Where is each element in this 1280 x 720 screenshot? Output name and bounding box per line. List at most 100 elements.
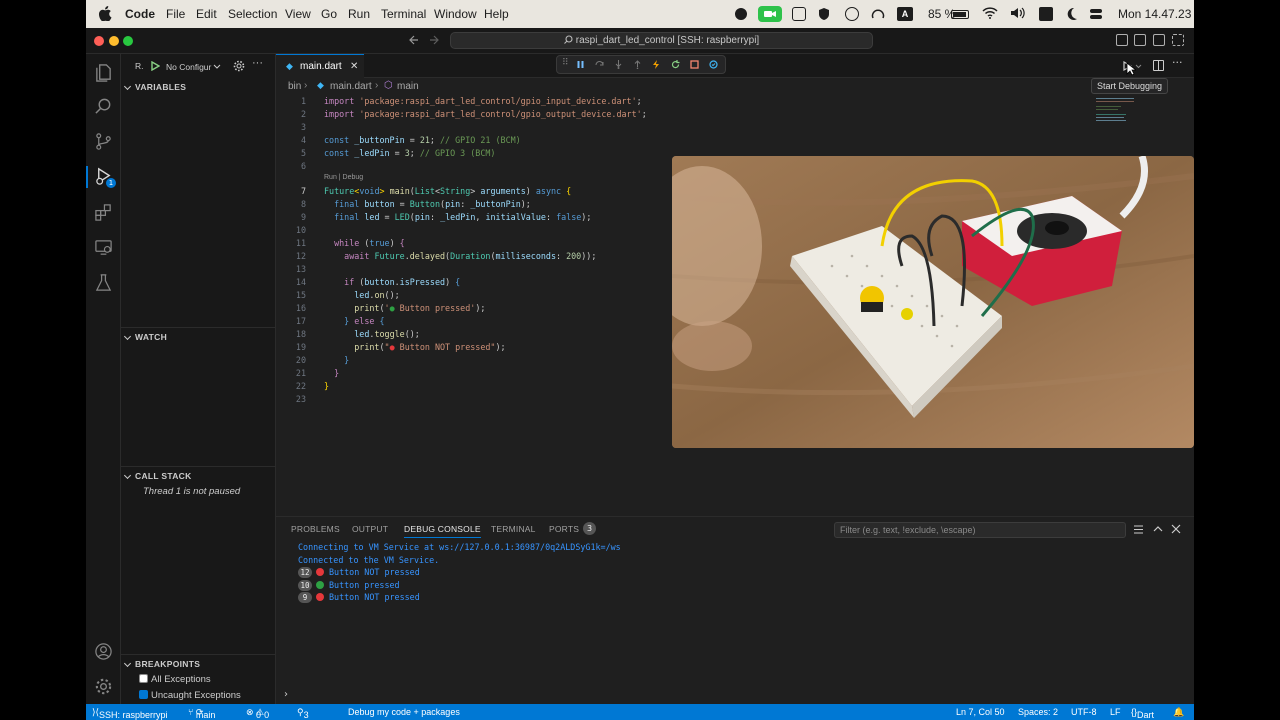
shield-icon[interactable] [817, 7, 831, 21]
chevron-down-icon[interactable] [213, 64, 221, 70]
command-center[interactable]: raspi_dart_led_control [SSH: raspberrypi… [450, 32, 873, 49]
step-over-icon[interactable] [595, 60, 604, 69]
notifications-bell-icon[interactable]: 🔔 [1173, 707, 1184, 718]
close-window-button[interactable] [94, 36, 104, 46]
workers-status[interactable]: ⚲ 3 [297, 707, 309, 720]
eol-status[interactable]: LF [1110, 707, 1121, 717]
step-out-icon[interactable] [633, 60, 642, 69]
record-icon[interactable] [735, 8, 747, 20]
call-stack-section-header[interactable]: CALL STACK [121, 467, 276, 485]
battery-icon[interactable] [951, 10, 969, 19]
git-branch[interactable]: ⑂ main ⟳ [188, 707, 215, 720]
chevron-down-icon[interactable] [1135, 64, 1142, 69]
volume-icon[interactable] [1010, 7, 1026, 21]
menu-clock[interactable]: Mon 14.47.23 [1118, 7, 1191, 21]
explorer-icon[interactable] [94, 63, 113, 82]
minimize-window-button[interactable] [109, 36, 119, 46]
more-actions-icon[interactable]: ··· [252, 57, 263, 69]
gear-icon[interactable] [233, 60, 245, 72]
speedometer-icon[interactable] [871, 7, 885, 21]
hot-reload-icon[interactable] [652, 60, 661, 69]
tab-problems[interactable]: PROBLEMS [291, 524, 340, 534]
breakpoint-uncaught-exceptions[interactable]: Uncaught Exceptions [139, 690, 241, 701]
menu-selection[interactable]: Selection [228, 7, 277, 21]
forward-arrow-icon[interactable] [429, 35, 439, 45]
close-panel-icon[interactable] [1171, 524, 1181, 534]
launch-config-select[interactable]: No Configur [166, 62, 211, 72]
checkbox-checked[interactable] [139, 690, 148, 699]
more-actions-icon[interactable]: ··· [1172, 56, 1183, 69]
settings-gear-icon[interactable] [94, 677, 113, 696]
remote-indicator[interactable]: ⟩⟨ SSH: raspberrypi [92, 707, 168, 720]
restart-icon[interactable] [671, 60, 680, 69]
breadcrumb-folder[interactable]: bin [288, 81, 301, 92]
customize-layout-icon[interactable] [1172, 34, 1184, 46]
watch-section-header[interactable]: WATCH [121, 328, 276, 346]
calendar-icon[interactable] [1039, 7, 1053, 21]
remote-explorer-icon[interactable] [94, 238, 113, 257]
wifi-icon[interactable] [982, 7, 998, 21]
variables-section-header[interactable]: VARIABLES [121, 78, 276, 96]
close-tab-icon[interactable]: ✕ [350, 55, 358, 78]
console-input-prompt[interactable]: › [284, 689, 288, 700]
apple-logo-icon[interactable] [98, 6, 112, 21]
breadcrumb-file[interactable]: main.dart [330, 81, 372, 92]
indentation-status[interactable]: Spaces: 2 [1018, 707, 1058, 717]
menu-edit[interactable]: Edit [196, 7, 217, 21]
breakpoint-all-exceptions[interactable]: All Exceptions [139, 674, 211, 685]
tab-main-dart[interactable]: ◆ main.dart ✕ [276, 54, 364, 78]
menu-window[interactable]: Window [434, 7, 477, 21]
tab-debug-console[interactable]: DEBUG CONSOLE [404, 524, 481, 538]
focus-moon-icon[interactable] [1066, 7, 1078, 21]
toggle-panel-icon[interactable] [1134, 34, 1146, 46]
chevron-up-icon[interactable] [1153, 525, 1163, 533]
menu-help[interactable]: Help [484, 7, 509, 21]
tab-output[interactable]: OUTPUT [352, 524, 388, 534]
facetime-icon[interactable] [758, 6, 782, 22]
account-icon[interactable] [94, 642, 113, 661]
encoding-status[interactable]: UTF-8 [1071, 707, 1097, 717]
menu-file[interactable]: File [166, 7, 185, 21]
step-into-icon[interactable] [614, 60, 623, 69]
start-debugging-icon[interactable] [150, 61, 160, 71]
menu-go[interactable]: Go [321, 7, 337, 21]
code-line: } [344, 355, 350, 365]
extensions-icon[interactable] [94, 203, 113, 222]
menu-view[interactable]: View [285, 7, 311, 21]
maximize-window-button[interactable] [123, 36, 133, 46]
search-icon[interactable] [94, 97, 113, 116]
menu-app-name[interactable]: Code [125, 7, 155, 21]
toggle-primary-sidebar-icon[interactable] [1116, 34, 1128, 46]
stop-icon[interactable] [690, 60, 699, 69]
breakpoints-section-header[interactable]: BREAKPOINTS [121, 655, 276, 673]
tab-ports[interactable]: PORTS [549, 524, 579, 534]
source-control-icon[interactable] [94, 132, 113, 151]
toggle-secondary-sidebar-icon[interactable] [1153, 34, 1165, 46]
console-filter-input[interactable]: Filter (e.g. text, !exclude, \escape) [834, 522, 1126, 538]
language-mode[interactable]: {} Dart [1131, 707, 1154, 720]
play-icon[interactable] [845, 7, 859, 21]
photo-icon[interactable] [792, 7, 806, 21]
codelens-run-debug[interactable]: Run | Debug [324, 174, 363, 181]
split-editor-icon[interactable] [1153, 60, 1164, 71]
devtools-icon[interactable] [709, 60, 718, 69]
problems-status[interactable]: ⊗ 0 ⚠ 0 [246, 707, 269, 720]
checkbox[interactable] [139, 674, 148, 683]
breadcrumb-symbol[interactable]: main [397, 81, 419, 92]
code-line: if (button.isPressed) { [344, 277, 461, 287]
pause-icon[interactable] [576, 60, 585, 69]
back-arrow-icon[interactable] [409, 35, 419, 45]
drag-handle-icon[interactable]: ⠿ [562, 58, 569, 68]
keyboard-input-icon[interactable]: A [897, 7, 913, 21]
menu-terminal[interactable]: Terminal [381, 7, 426, 21]
tab-terminal[interactable]: TERMINAL [491, 524, 536, 534]
testing-flask-icon[interactable] [94, 273, 113, 292]
call-stack-thread-item[interactable]: Thread 1 is not paused [143, 486, 240, 497]
cursor-position[interactable]: Ln 7, Col 50 [956, 707, 1005, 717]
word-wrap-icon[interactable] [1133, 525, 1144, 535]
menu-run[interactable]: Run [348, 7, 370, 21]
minimap[interactable] [1096, 96, 1141, 126]
debug-mode-status[interactable]: Debug my code + packages [348, 707, 460, 717]
active-view-indicator [86, 166, 88, 188]
control-center-icon[interactable] [1089, 7, 1103, 21]
